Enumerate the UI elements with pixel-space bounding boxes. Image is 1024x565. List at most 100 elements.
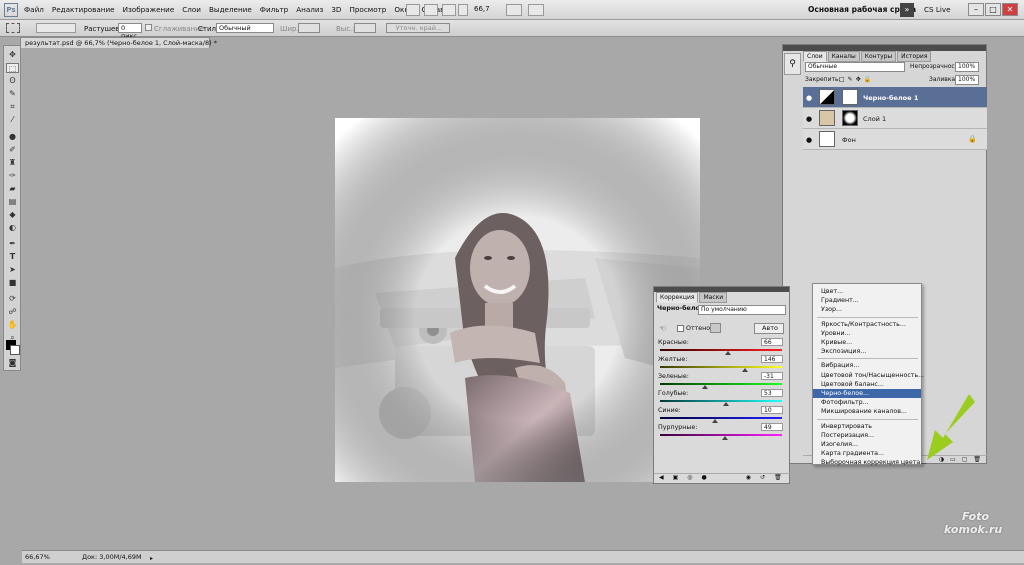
screen-mode-icon[interactable]: [528, 4, 544, 16]
slider-knob[interactable]: [742, 368, 749, 372]
corrections-tab-0[interactable]: Коррекция: [656, 292, 699, 303]
slider-value-input[interactable]: 10: [761, 406, 783, 414]
marquee-tool-icon[interactable]: ⬚: [6, 63, 19, 73]
slider-knob[interactable]: [702, 385, 709, 389]
menu-item[interactable]: Выборочная коррекция цвета...: [821, 458, 926, 467]
3d-rotate-tool-icon[interactable]: ⟳: [6, 294, 19, 304]
background-color-swatch[interactable]: [10, 345, 20, 355]
menu-item[interactable]: Градиент...: [821, 296, 859, 305]
workspace-more-icon[interactable]: »: [900, 3, 914, 17]
bridge-icon[interactable]: [406, 4, 420, 16]
quick-mask-icon[interactable]: ◙: [6, 358, 19, 368]
menu-item-4[interactable]: Выделение: [209, 5, 252, 14]
layer-mask-thumb[interactable]: [842, 110, 858, 126]
cs-live-button[interactable]: CS Live: [924, 5, 951, 14]
auto-button[interactable]: Авто: [754, 323, 784, 334]
menu-item-2[interactable]: Изображение: [123, 5, 175, 14]
targeted-adjust-icon[interactable]: ☜: [659, 324, 666, 333]
menu-item[interactable]: Постеризация...: [821, 431, 874, 440]
eraser-tool-icon[interactable]: ▰: [6, 184, 19, 194]
minimize-icon[interactable]: –: [968, 3, 984, 16]
menu-item-3[interactable]: Слои: [182, 5, 201, 14]
healing-tool-icon[interactable]: ●: [6, 132, 19, 142]
menu-item-5[interactable]: Фильтр: [260, 5, 288, 14]
document-tab[interactable]: результат.psd @ 66,7% (Черно-белое 1, Сл…: [20, 37, 217, 48]
quick-select-tool-icon[interactable]: ✎: [6, 89, 19, 99]
layer-name[interactable]: Фон: [842, 136, 856, 144]
slider-track[interactable]: [660, 400, 782, 402]
visibility-eye-icon[interactable]: ●: [806, 136, 812, 144]
width-input[interactable]: [298, 23, 320, 33]
slider-track[interactable]: [660, 349, 782, 351]
brush-tool-icon[interactable]: ✐: [6, 145, 19, 155]
slider-track[interactable]: [660, 366, 782, 368]
layers-tab-2[interactable]: Контуры: [860, 51, 897, 62]
close-icon[interactable]: ✕: [1002, 3, 1018, 16]
slider-knob[interactable]: [722, 402, 729, 406]
back-icon[interactable]: ◀: [659, 474, 664, 484]
menu-item[interactable]: Инвертировать: [821, 422, 872, 431]
marquee-preset-icon[interactable]: [6, 23, 20, 33]
slider-knob[interactable]: [725, 351, 732, 355]
status-zoom[interactable]: 66,67%: [25, 551, 50, 563]
slider-value-input[interactable]: -31: [761, 372, 783, 380]
fill-input[interactable]: 100%: [955, 75, 979, 85]
reset-icon[interactable]: ↺: [760, 474, 765, 484]
status-menu-arrow-icon[interactable]: ▸: [150, 553, 153, 565]
menu-item-8[interactable]: Просмотр: [349, 5, 386, 14]
gradient-tool-icon[interactable]: ▤: [6, 197, 19, 207]
guides-icon[interactable]: [442, 4, 456, 16]
shape-tool-icon[interactable]: ■: [6, 278, 19, 288]
slider-value-input[interactable]: 146: [761, 355, 783, 363]
eyedropper-tool-icon[interactable]: ⁄: [6, 115, 19, 125]
hand-view-icon[interactable]: [458, 4, 468, 16]
expand-icon[interactable]: ▣: [673, 474, 679, 484]
lasso-tool-icon[interactable]: ʘ: [6, 76, 19, 86]
style-select[interactable]: Обычный: [216, 23, 274, 33]
layer-name[interactable]: Черно-белое 1: [863, 94, 918, 102]
selection-mode-icons[interactable]: [36, 23, 76, 33]
tint-color-swatch[interactable]: [710, 323, 721, 333]
refine-edge-button[interactable]: Уточн. край...: [386, 23, 450, 33]
menu-item[interactable]: Черно-белое...: [813, 389, 921, 398]
menu-item[interactable]: Микширование каналов...: [821, 407, 907, 416]
layers-tab-1[interactable]: Каналы: [827, 51, 860, 62]
layer-row-bw[interactable]: ● Черно-белое 1: [803, 87, 987, 108]
menu-item[interactable]: Экспозиция...: [821, 347, 866, 356]
opacity-input[interactable]: 100%: [955, 62, 979, 72]
layers-tab-3[interactable]: История: [897, 51, 932, 62]
menu-item-1[interactable]: Редактирование: [52, 5, 115, 14]
feather-input[interactable]: 0 пикс: [118, 23, 142, 40]
mini-bridge-icon[interactable]: [424, 4, 438, 16]
slider-track[interactable]: [660, 383, 782, 385]
lock-icons[interactable]: □✎✥🔒: [839, 76, 874, 83]
type-tool-icon[interactable]: T: [6, 252, 19, 262]
antialias-checkbox[interactable]: [145, 24, 152, 31]
tint-checkbox[interactable]: [677, 325, 684, 332]
slider-knob[interactable]: [721, 436, 728, 440]
stamp-tool-icon[interactable]: ♜: [6, 158, 19, 168]
menu-item[interactable]: Кривые...: [821, 338, 852, 347]
corrections-tab-1[interactable]: Маски: [699, 292, 728, 303]
visibility-eye-icon[interactable]: ●: [806, 94, 812, 102]
menu-item[interactable]: Цветовой баланс...: [821, 380, 884, 389]
dodge-tool-icon[interactable]: ◐: [6, 223, 19, 233]
menu-item[interactable]: Уровни...: [821, 329, 851, 338]
slider-value-input[interactable]: 49: [761, 423, 783, 431]
blur-tool-icon[interactable]: ◆: [6, 210, 19, 220]
menu-item[interactable]: Цветовой тон/Насыщенность...: [821, 371, 924, 380]
adjustments-collapsed-icon[interactable]: ⚲: [784, 53, 801, 75]
clip-icon[interactable]: ◎: [687, 474, 692, 484]
blend-mode-select[interactable]: Обычные: [805, 62, 905, 72]
history-brush-tool-icon[interactable]: ✑: [6, 171, 19, 181]
menu-item[interactable]: Карта градиента...: [821, 449, 884, 458]
maximize-icon[interactable]: □: [985, 3, 1001, 16]
menu-item[interactable]: Фотофильтр...: [821, 398, 869, 407]
preset-select[interactable]: По умолчанию: [698, 305, 786, 315]
menu-item[interactable]: Цвет...: [821, 287, 843, 296]
layer-name[interactable]: Слой 1: [863, 115, 886, 123]
menu-item-7[interactable]: 3D: [331, 5, 341, 14]
move-tool-icon[interactable]: ✥: [6, 50, 19, 60]
3d-orbit-tool-icon[interactable]: ☍: [6, 307, 19, 317]
zoom-level[interactable]: 66,7: [474, 5, 490, 13]
